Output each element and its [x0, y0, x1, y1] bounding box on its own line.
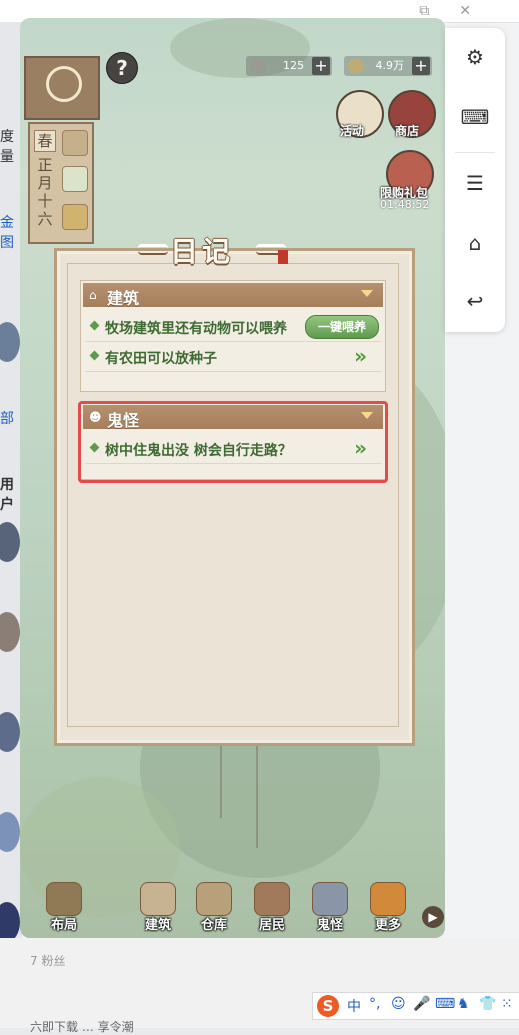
- window-controls[interactable]: ⧉✕: [419, 3, 501, 19]
- more-icon: [370, 882, 406, 916]
- keyboard-icon[interactable]: ⌨: [435, 996, 455, 1012]
- nav-label: 建筑: [144, 918, 171, 933]
- gear-icon[interactable]: ⚙: [460, 42, 490, 72]
- bullet-icon: [89, 320, 100, 331]
- section-building-title: 建筑: [107, 289, 140, 308]
- bg-fragment-1: 度量: [0, 129, 14, 165]
- emulator-toolbar: ⚙ ⌨ ☰ ⌂ ↩: [445, 28, 505, 332]
- bg-fragment-3: 部: [0, 411, 14, 427]
- nav-label: 更多: [374, 918, 401, 933]
- section-building-header[interactable]: ⌂ 建筑: [83, 283, 383, 308]
- storage-icon: [196, 882, 232, 916]
- avatar[interactable]: [0, 812, 20, 852]
- nav-label: 鬼怪: [316, 918, 343, 933]
- list-item[interactable]: 牧场建筑里还有动物可以喂养 一键喂养: [85, 313, 381, 342]
- chinese-mode-button[interactable]: 中: [347, 996, 361, 1016]
- background-left-strip: 度量 金图 部 用户: [0, 22, 22, 1028]
- nav-label: 居民: [258, 918, 285, 933]
- sogou-logo-icon[interactable]: S: [317, 995, 339, 1017]
- nav-storage[interactable]: 仓库: [190, 876, 238, 936]
- nav-layout[interactable]: 布局: [40, 876, 88, 936]
- building-icon: ⌂: [89, 288, 97, 302]
- nav-label: 仓库: [200, 918, 227, 933]
- avatar[interactable]: [0, 322, 20, 362]
- nav-residents[interactable]: 居民: [248, 876, 296, 936]
- bottom-fragment: 六即下载 … 享令潮: [30, 1020, 134, 1034]
- go-arrow-icon[interactable]: »: [354, 345, 367, 367]
- avatar[interactable]: [0, 902, 20, 942]
- user-icon[interactable]: ♞: [457, 996, 470, 1012]
- layout-icon: [46, 882, 82, 916]
- highlight-box: [78, 401, 388, 483]
- nav-label: 布局: [50, 918, 77, 933]
- bottom-nav: 布局 建筑 仓库 居民 鬼怪 更多: [20, 876, 445, 938]
- list-item-text: 牧场建筑里还有动物可以喂养: [105, 321, 287, 337]
- nav-ghosts[interactable]: 鬼怪: [306, 876, 354, 936]
- ghost-icon: [312, 882, 348, 916]
- list-item-text: 有农田可以放种子: [105, 351, 217, 367]
- section-building: ⌂ 建筑 牧场建筑里还有动物可以喂养 一键喂养 有农田可以放种子 »: [80, 280, 386, 392]
- emoji-icon[interactable]: ☺: [391, 996, 406, 1012]
- fans-count: 7 粉丝: [30, 954, 66, 968]
- avatar[interactable]: [0, 522, 20, 562]
- avatar[interactable]: [0, 612, 20, 652]
- feed-all-button[interactable]: 一键喂养: [305, 315, 379, 339]
- list-icon[interactable]: ☰: [460, 168, 490, 198]
- back-icon[interactable]: ↩: [460, 286, 490, 316]
- diary-title: 日记: [170, 235, 235, 268]
- ime-toolbar: S 中 °, ☺ 🎤 ⌨ ♞ 👕 ⁙: [312, 992, 519, 1020]
- punctuation-button[interactable]: °,: [369, 996, 380, 1012]
- avatar[interactable]: [0, 712, 20, 752]
- toolbar-divider: [455, 152, 495, 153]
- home-icon[interactable]: ⌂: [460, 228, 490, 258]
- title-ornament-left: [138, 244, 168, 255]
- nav-building[interactable]: 建筑: [134, 876, 182, 936]
- game-window[interactable]: ? 125 + 4.9万 + 春 正月十六 活动 商店 限购礼包 01:48:5…: [20, 18, 445, 938]
- skin-icon[interactable]: 👕: [479, 996, 496, 1012]
- nav-next-button[interactable]: ▶: [422, 906, 444, 928]
- nav-more[interactable]: 更多: [364, 876, 412, 936]
- bullet-icon: [89, 350, 100, 361]
- residents-icon: [254, 882, 290, 916]
- bg-fragment-2: 金图: [0, 215, 14, 251]
- mic-icon[interactable]: 🎤: [413, 996, 430, 1012]
- diary-title-banner: 日记: [138, 224, 318, 268]
- seal-stamp: [278, 250, 288, 264]
- keyboard-icon[interactable]: ⌨: [460, 102, 490, 132]
- menu-grid-icon[interactable]: ⁙: [501, 996, 513, 1012]
- bg-fragment-4: 用户: [0, 477, 14, 513]
- building-icon: [140, 882, 176, 916]
- list-item[interactable]: 有农田可以放种子 »: [85, 343, 381, 372]
- collapse-arrow-icon[interactable]: [361, 290, 373, 297]
